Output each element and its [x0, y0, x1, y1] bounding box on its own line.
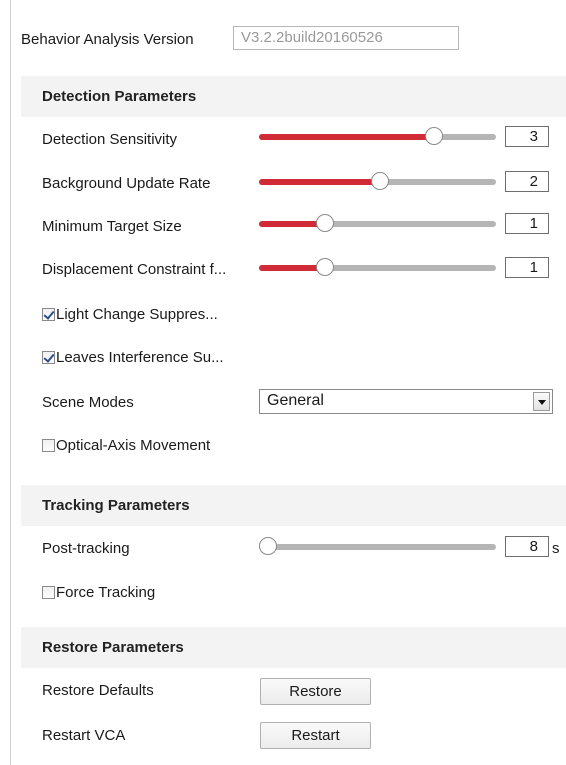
detection-sensitivity-slider[interactable]	[259, 127, 496, 147]
displacement-constraint-label: Displacement Constraint f...	[42, 261, 227, 278]
restart-button[interactable]: Restart	[260, 722, 371, 749]
slider-track	[259, 544, 496, 550]
force-tracking-checkbox[interactable]	[42, 585, 55, 599]
force-tracking-option[interactable]: Force Tracking	[42, 582, 155, 602]
minimum-target-size-value[interactable]: 1	[505, 213, 549, 234]
leaves-interference-suppression-label: Leaves Interference Su...	[56, 348, 224, 366]
post-tracking-unit: s	[552, 540, 560, 557]
slider-thumb[interactable]	[371, 172, 389, 190]
light-change-suppression-checkbox[interactable]	[42, 307, 55, 321]
restore-button[interactable]: Restore	[260, 678, 371, 705]
leaves-interference-suppression-option[interactable]: Leaves Interference Su...	[42, 347, 224, 367]
slider-thumb[interactable]	[425, 127, 443, 145]
section-title: Tracking Parameters	[42, 497, 190, 514]
slider-thumb[interactable]	[316, 214, 334, 232]
version-label: Behavior Analysis Version	[21, 30, 194, 48]
minimum-target-size-label: Minimum Target Size	[42, 218, 182, 235]
version-field: V3.2.2build20160526	[233, 26, 459, 50]
chevron-down-icon[interactable]	[533, 392, 550, 411]
detection-parameters-header: Detection Parameters	[21, 76, 566, 117]
slider-thumb[interactable]	[259, 537, 277, 555]
displacement-constraint-slider[interactable]	[259, 258, 496, 278]
light-change-suppression-label: Light Change Suppres...	[56, 305, 218, 323]
minimum-target-size-slider[interactable]	[259, 214, 496, 234]
restore-defaults-label: Restore Defaults	[42, 682, 154, 699]
restore-parameters-header: Restore Parameters	[21, 627, 566, 668]
leaves-interference-suppression-checkbox[interactable]	[42, 350, 55, 364]
section-title: Restore Parameters	[42, 639, 184, 656]
background-update-rate-value[interactable]: 2	[505, 171, 549, 192]
background-update-rate-slider[interactable]	[259, 172, 496, 192]
post-tracking-slider[interactable]	[259, 537, 496, 557]
displacement-constraint-value[interactable]: 1	[505, 257, 549, 278]
detection-sensitivity-label: Detection Sensitivity	[42, 131, 178, 148]
slider-fill	[259, 134, 434, 140]
force-tracking-label: Force Tracking	[56, 583, 156, 601]
post-tracking-label: Post-tracking	[42, 540, 130, 557]
optical-axis-movement-checkbox[interactable]	[42, 438, 55, 452]
scene-modes-label: Scene Modes	[42, 394, 134, 411]
optical-axis-movement-option[interactable]: Optical-Axis Movement	[42, 435, 210, 455]
optical-axis-movement-label: Optical-Axis Movement	[56, 436, 211, 454]
scene-modes-selected-value: General	[267, 392, 324, 409]
version-row: Behavior Analysis Version V3.2.2build201…	[21, 26, 459, 52]
section-title: Detection Parameters	[42, 88, 197, 105]
slider-fill	[259, 179, 380, 185]
post-tracking-value[interactable]: 8	[505, 536, 549, 557]
restart-vca-label: Restart VCA	[42, 727, 126, 744]
tracking-parameters-header: Tracking Parameters	[21, 485, 566, 526]
scene-modes-select[interactable]: General	[259, 389, 553, 414]
slider-thumb[interactable]	[316, 258, 334, 276]
panel-left-border	[10, 0, 11, 765]
light-change-suppression-option[interactable]: Light Change Suppres...	[42, 304, 218, 324]
detection-sensitivity-value[interactable]: 3	[505, 126, 549, 147]
background-update-rate-label: Background Update Rate	[42, 175, 211, 192]
